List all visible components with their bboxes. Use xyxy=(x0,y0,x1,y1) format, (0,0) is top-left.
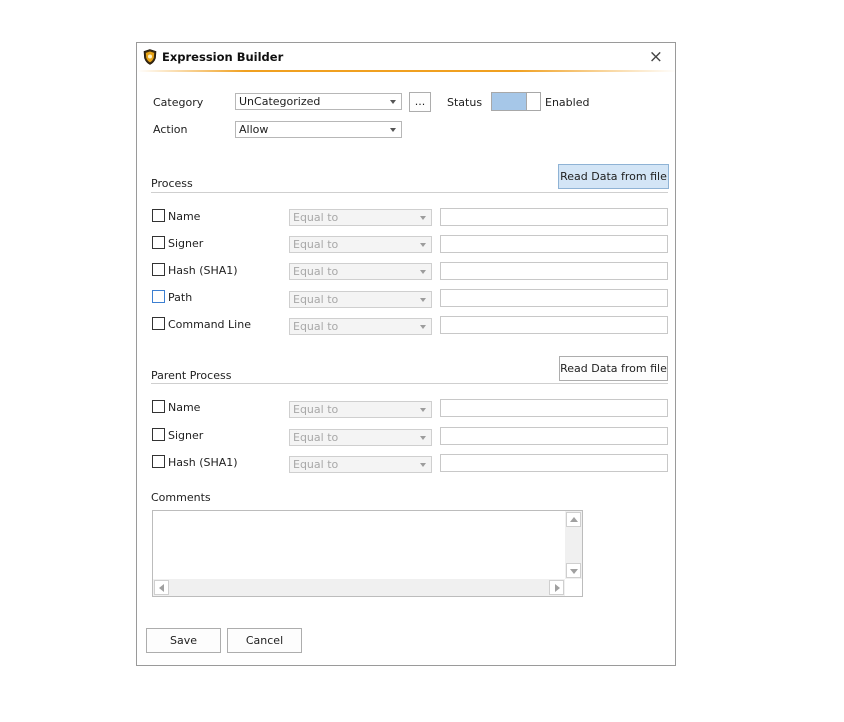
chevron-down-icon xyxy=(420,436,426,440)
scroll-left-icon[interactable] xyxy=(154,580,169,595)
process-command-line-label: Command Line xyxy=(168,318,251,331)
category-value: UnCategorized xyxy=(239,95,321,108)
process-command-line-value-input[interactable] xyxy=(440,316,668,334)
chevron-down-icon xyxy=(420,243,426,247)
category-label: Category xyxy=(153,96,204,109)
parent-hash-value-input[interactable] xyxy=(440,454,668,472)
parent-name-operator[interactable]: Equal to xyxy=(289,401,432,418)
status-toggle[interactable] xyxy=(491,92,541,111)
process-section-label: Process xyxy=(151,177,193,190)
chevron-down-icon xyxy=(420,298,426,302)
process-hash-label: Hash (SHA1) xyxy=(168,264,238,277)
parent-signer-checkbox[interactable] xyxy=(152,428,165,441)
process-name-checkbox[interactable] xyxy=(152,209,165,222)
process-hash-checkbox[interactable] xyxy=(152,263,165,276)
process-hash-value-input[interactable] xyxy=(440,262,668,280)
chevron-down-icon xyxy=(420,216,426,220)
action-label: Action xyxy=(153,123,188,136)
process-signer-label: Signer xyxy=(168,237,204,250)
title-accent-rule xyxy=(137,70,677,72)
scroll-up-icon[interactable] xyxy=(566,512,581,527)
parent-hash-checkbox[interactable] xyxy=(152,455,165,468)
comments-label: Comments xyxy=(151,491,211,504)
toggle-knob xyxy=(526,93,540,110)
parent-name-label: Name xyxy=(168,401,201,414)
scroll-down-icon[interactable] xyxy=(566,563,581,578)
process-name-label: Name xyxy=(168,210,201,223)
chevron-down-icon xyxy=(390,100,396,104)
chevron-down-icon xyxy=(420,463,426,467)
save-button[interactable]: Save xyxy=(146,628,221,653)
parent-process-section-label: Parent Process xyxy=(151,369,232,382)
parent-process-read-data-button[interactable]: Read Data from file xyxy=(559,356,668,381)
parent-process-separator xyxy=(151,383,668,384)
parent-name-checkbox[interactable] xyxy=(152,400,165,413)
process-hash-operator[interactable]: Equal to xyxy=(289,263,432,280)
parent-hash-operator[interactable]: Equal to xyxy=(289,456,432,473)
process-command-line-checkbox[interactable] xyxy=(152,317,165,330)
parent-signer-label: Signer xyxy=(168,429,204,442)
action-value: Allow xyxy=(239,123,269,136)
process-path-value-input[interactable] xyxy=(440,289,668,307)
category-select[interactable]: UnCategorized xyxy=(235,93,402,110)
close-icon[interactable]: × xyxy=(649,47,663,67)
chevron-down-icon xyxy=(420,270,426,274)
vertical-scrollbar[interactable] xyxy=(565,511,582,579)
cancel-button[interactable]: Cancel xyxy=(227,628,302,653)
process-read-data-button[interactable]: Read Data from file xyxy=(558,164,669,189)
operator-value: Equal to xyxy=(293,238,339,251)
parent-signer-operator[interactable]: Equal to xyxy=(289,429,432,446)
operator-value: Equal to xyxy=(293,293,339,306)
status-value: Enabled xyxy=(545,96,590,109)
parent-name-value-input[interactable] xyxy=(440,399,668,417)
operator-value: Equal to xyxy=(293,431,339,444)
expression-builder-dialog: Expression Builder × Category UnCategori… xyxy=(136,42,677,666)
horizontal-scrollbar[interactable] xyxy=(153,579,565,596)
scrollbar-corner xyxy=(565,579,582,596)
parent-signer-value-input[interactable] xyxy=(440,427,668,445)
action-select[interactable]: Allow xyxy=(235,121,402,138)
shield-logo-icon xyxy=(143,49,157,65)
process-path-checkbox[interactable] xyxy=(152,290,165,303)
chevron-down-icon xyxy=(420,325,426,329)
toggle-fill xyxy=(492,93,527,110)
process-name-value-input[interactable] xyxy=(440,208,668,226)
chevron-down-icon xyxy=(390,128,396,132)
parent-hash-label: Hash (SHA1) xyxy=(168,456,238,469)
operator-value: Equal to xyxy=(293,403,339,416)
process-path-label: Path xyxy=(168,291,193,304)
operator-value: Equal to xyxy=(293,320,339,333)
comments-textarea[interactable] xyxy=(152,510,583,597)
process-command-line-operator[interactable]: Equal to xyxy=(289,318,432,335)
title-bar: Expression Builder × xyxy=(137,43,677,73)
operator-value: Equal to xyxy=(293,211,339,224)
category-more-button[interactable]: ... xyxy=(409,92,431,112)
process-separator xyxy=(151,192,668,193)
window-title: Expression Builder xyxy=(162,50,284,64)
process-name-operator[interactable]: Equal to xyxy=(289,209,432,226)
operator-value: Equal to xyxy=(293,265,339,278)
operator-value: Equal to xyxy=(293,458,339,471)
chevron-down-icon xyxy=(420,408,426,412)
process-path-operator[interactable]: Equal to xyxy=(289,291,432,308)
status-label: Status xyxy=(447,96,483,109)
process-signer-checkbox[interactable] xyxy=(152,236,165,249)
scroll-right-icon[interactable] xyxy=(549,580,564,595)
process-signer-operator[interactable]: Equal to xyxy=(289,236,432,253)
process-signer-value-input[interactable] xyxy=(440,235,668,253)
